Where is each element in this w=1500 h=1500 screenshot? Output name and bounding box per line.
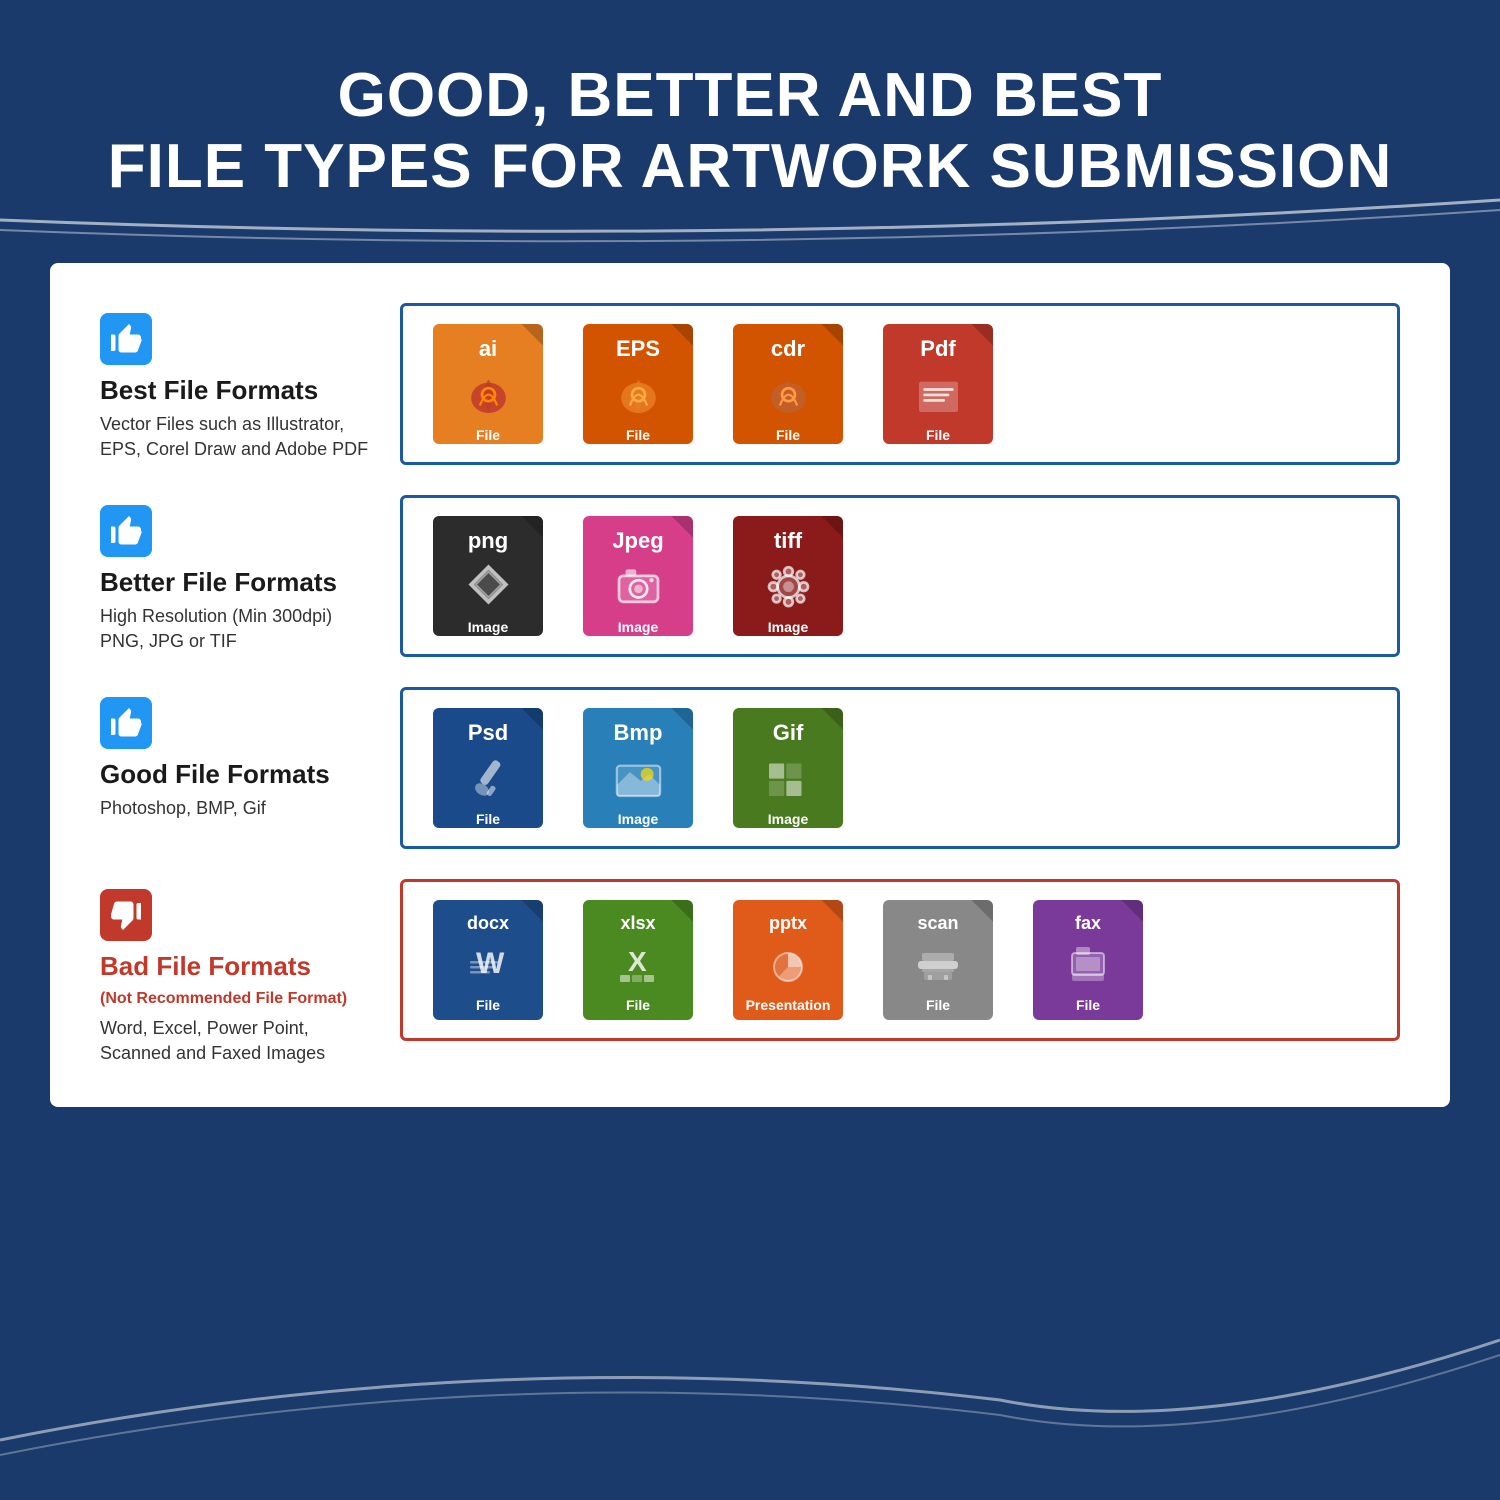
thumbs-up-icon-2 — [108, 513, 144, 549]
bad-label: Bad File Formats (Not Recommended File F… — [100, 879, 400, 1067]
cdr-graphic — [756, 360, 821, 425]
thumbs-up-icon — [108, 321, 144, 357]
good-icons: Psd File — [400, 687, 1400, 849]
best-row: Best File Formats Vector Files such as I… — [100, 303, 1400, 465]
tiff-graphic — [756, 552, 821, 617]
best-subtitle: Vector Files such as Illustrator,EPS, Co… — [100, 412, 368, 462]
bad-subtitle: Word, Excel, Power Point,Scanned and Fax… — [100, 1016, 325, 1066]
docx-graphic: W — [458, 933, 518, 993]
swoosh-bottom-decoration — [0, 1280, 1500, 1500]
pptx-file-icon: pptx Presentation — [723, 900, 853, 1020]
pdf-graphic — [906, 360, 971, 425]
svg-text:X: X — [628, 946, 647, 977]
scan-file-icon: scan File — [873, 900, 1003, 1020]
xlsx-graphic: X — [608, 933, 668, 993]
bmp-file-icon: Bmp Image — [573, 708, 703, 828]
better-title: Better File Formats — [100, 567, 337, 598]
thumbs-down-icon — [108, 897, 144, 933]
bad-thumb-icon — [100, 889, 152, 941]
best-icons: ai File — [400, 303, 1400, 465]
good-thumb-icon — [100, 697, 152, 749]
pdf-file-icon: Pdf File — [873, 324, 1003, 444]
eps-file-icon: EPS File — [573, 324, 703, 444]
gif-file-icon: Gif Image — [723, 708, 853, 828]
best-title: Best File Formats — [100, 375, 318, 406]
header-line1: GOOD, BETTER AND BEST — [338, 61, 1163, 130]
ai-graphic — [456, 360, 521, 425]
xlsx-file-icon: xlsx X File — [573, 900, 703, 1020]
bad-title: Bad File Formats — [100, 951, 311, 982]
ai-file-icon: ai File — [423, 324, 553, 444]
good-row: Good File Formats Photoshop, BMP, Gif Ps… — [100, 687, 1400, 849]
best-thumb-icon — [100, 313, 152, 365]
jpeg-file-icon: Jpeg Image — [573, 516, 703, 636]
psd-file-icon: Psd File — [423, 708, 553, 828]
header-title: GOOD, BETTER AND BEST FILE TYPES FOR ART… — [40, 60, 1460, 203]
bmp-graphic — [606, 744, 671, 809]
eps-graphic — [606, 360, 671, 425]
pptx-graphic — [758, 933, 818, 993]
gif-graphic — [756, 744, 821, 809]
content-area: Best File Formats Vector Files such as I… — [50, 263, 1450, 1107]
better-row: Better File Formats High Resolution (Min… — [100, 495, 1400, 657]
fax-file-icon: fax File — [1023, 900, 1153, 1020]
png-graphic — [456, 552, 521, 617]
docx-file-icon: docx W File — [423, 900, 553, 1020]
png-file-icon: png Image — [423, 516, 553, 636]
bad-row: Bad File Formats (Not Recommended File F… — [100, 879, 1400, 1067]
better-thumb-icon — [100, 505, 152, 557]
better-icons: png Image Jpeg — [400, 495, 1400, 657]
better-label: Better File Formats High Resolution (Min… — [100, 495, 400, 655]
scan-graphic — [908, 933, 968, 993]
good-subtitle: Photoshop, BMP, Gif — [100, 796, 266, 821]
thumbs-up-icon-3 — [108, 705, 144, 741]
tiff-file-icon: tiff — [723, 516, 853, 636]
header-line2: FILE TYPES FOR ARTWORK SUBMISSION — [108, 132, 1393, 201]
bad-subtitle-small: (Not Recommended File Format) — [100, 988, 347, 1010]
header: GOOD, BETTER AND BEST FILE TYPES FOR ART… — [0, 0, 1500, 243]
jpeg-graphic — [606, 552, 671, 617]
cdr-file-icon: cdr File — [723, 324, 853, 444]
good-label: Good File Formats Photoshop, BMP, Gif — [100, 687, 400, 821]
good-title: Good File Formats — [100, 759, 330, 790]
bad-icons: docx W File — [400, 879, 1400, 1041]
psd-graphic — [456, 744, 521, 809]
fax-graphic — [1058, 933, 1118, 993]
better-subtitle: High Resolution (Min 300dpi)PNG, JPG or … — [100, 604, 332, 654]
best-label: Best File Formats Vector Files such as I… — [100, 303, 400, 463]
main-container: GOOD, BETTER AND BEST FILE TYPES FOR ART… — [0, 0, 1500, 1500]
